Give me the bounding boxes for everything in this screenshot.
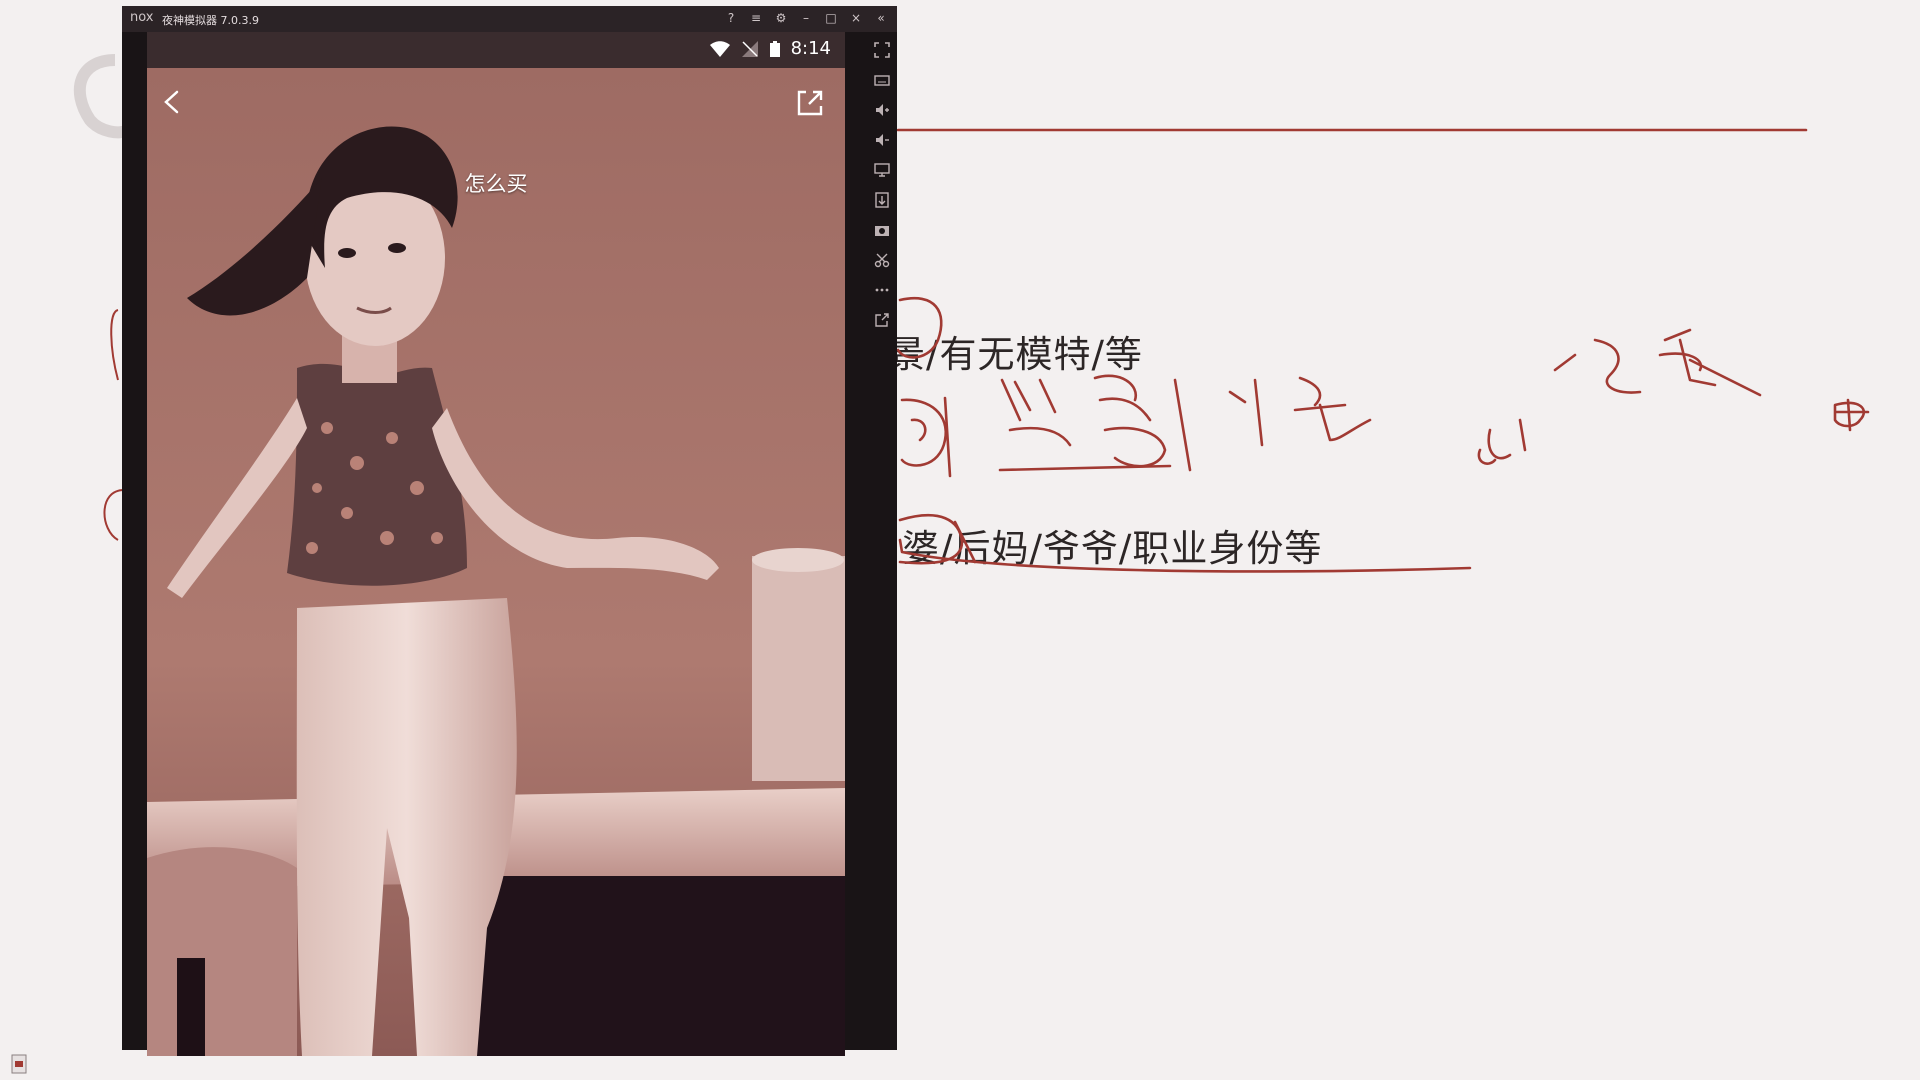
emulator-title: 夜神模拟器 7.0.3.9 — [162, 14, 259, 27]
maximize-button[interactable]: □ — [823, 9, 839, 27]
help-button[interactable]: ? — [723, 9, 739, 27]
document-icon — [11, 1054, 27, 1074]
fullscreen-button[interactable] — [872, 40, 892, 60]
minimize-button[interactable]: – — [798, 9, 814, 27]
wifi-icon — [709, 40, 730, 57]
video-frame[interactable] — [147, 68, 845, 1056]
open-external-button[interactable] — [872, 310, 892, 330]
collapse-sidebar-button[interactable]: « — [873, 9, 889, 27]
close-button[interactable]: × — [848, 9, 864, 27]
volume-up-button[interactable] — [872, 100, 892, 120]
emulator-toolbar — [867, 32, 897, 1058]
scissors-button[interactable] — [872, 250, 892, 270]
apk-icon — [875, 192, 889, 208]
more-button[interactable] — [872, 280, 892, 300]
share-button[interactable] — [789, 82, 829, 122]
screen-button[interactable] — [872, 160, 892, 180]
screenshot-button[interactable] — [872, 220, 892, 240]
android-emulator-window: nox 夜神模拟器 7.0.3.9 ? ≡ ⚙ – □ × « 8:14 怎么买 — [122, 6, 897, 1056]
video-caption: 怎么买 — [464, 172, 528, 196]
more-dots-icon — [875, 288, 889, 292]
volume-down-icon — [876, 134, 889, 146]
window-controls: ? ≡ ⚙ – □ × « — [723, 9, 889, 27]
volume-up-icon — [876, 104, 889, 116]
install-apk-button[interactable] — [872, 190, 892, 210]
status-icons: 8:14 — [709, 38, 831, 59]
signal-icon — [741, 40, 758, 57]
share-icon — [797, 90, 823, 116]
taskbar-app-icon[interactable] — [10, 1054, 28, 1074]
external-link-icon — [875, 313, 889, 327]
emulator-logo: nox — [130, 10, 154, 25]
slide-text-line-1: 景/有无模特/等 — [888, 333, 1143, 376]
keyboard-button[interactable] — [872, 70, 892, 90]
monitor-icon — [874, 163, 890, 177]
battery-icon — [769, 40, 780, 57]
back-button[interactable] — [153, 82, 193, 122]
slide-left-decor — [73, 54, 130, 139]
settings-button[interactable]: ⚙ — [773, 9, 789, 27]
camera-icon — [875, 226, 889, 236]
back-arrow-icon — [164, 90, 179, 114]
volume-down-button[interactable] — [872, 130, 892, 150]
slide-text-line-2: 婆/后妈/爷爷/职业身份等 — [902, 527, 1323, 570]
status-time: 8:14 — [790, 38, 831, 59]
scissors-icon — [874, 253, 890, 268]
keyboard-icon — [874, 75, 890, 86]
fullscreen-icon — [874, 42, 890, 58]
phone-screen[interactable]: 8:14 怎么买 — [147, 32, 845, 1056]
menu-button[interactable]: ≡ — [748, 9, 764, 27]
emulator-titlebar[interactable]: nox 夜神模拟器 7.0.3.9 ? ≡ ⚙ – □ × « — [122, 6, 897, 32]
android-status-bar: 8:14 — [147, 32, 845, 68]
